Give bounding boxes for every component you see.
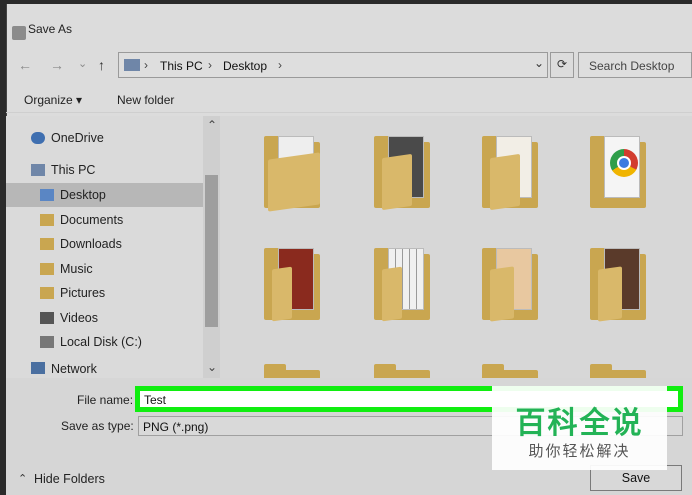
pc-icon [31, 164, 45, 176]
file-name-label: File name: [77, 393, 134, 407]
tree-item-music[interactable]: Music [6, 257, 206, 281]
save-type-label: Save as type: [61, 419, 134, 433]
cloud-icon [31, 132, 45, 144]
folder-item[interactable] [478, 244, 542, 324]
scrollbar-thumb[interactable] [205, 175, 218, 327]
tree-item-local-disk[interactable]: Local Disk (C:) [6, 330, 206, 354]
folder-item[interactable] [586, 244, 650, 324]
tree-label: Downloads [60, 237, 122, 251]
tree-item-pictures[interactable]: Pictures [6, 281, 206, 305]
expand-up-icon[interactable]: ⌃ [18, 472, 27, 485]
refresh-icon[interactable]: ⟳ [550, 52, 574, 78]
folder-item[interactable] [586, 360, 650, 378]
folder-item[interactable] [260, 244, 324, 324]
downloads-icon [40, 238, 54, 250]
pictures-icon [40, 287, 54, 299]
file-list [220, 116, 692, 378]
scroll-up-icon[interactable]: ⌃ [207, 118, 217, 132]
pc-icon [124, 59, 140, 71]
tree-item-downloads[interactable]: Downloads [6, 232, 206, 256]
watermark-logo: 百科全说 助你轻松解决 [492, 386, 667, 470]
navigation-pane: OneDrive This PC Desktop Documents Downl… [6, 116, 220, 378]
folder-item[interactable] [586, 132, 650, 212]
folder-item[interactable] [370, 360, 434, 378]
documents-icon [40, 214, 54, 226]
music-icon [40, 263, 54, 275]
chevron-right-icon: › [144, 58, 148, 72]
watermark-title: 百科全说 [515, 407, 644, 440]
tree-label: This PC [51, 163, 96, 177]
tree-label: Desktop [60, 188, 106, 202]
tree-item-documents[interactable]: Documents [6, 208, 206, 232]
tree-item-videos[interactable]: Videos [6, 306, 206, 330]
tree-item-this-pc[interactable]: This PC [6, 158, 206, 182]
tree-label: Documents [60, 213, 124, 227]
folder-item[interactable] [478, 132, 542, 212]
folder-item[interactable] [370, 244, 434, 324]
caret-down-icon: ▾ [76, 93, 83, 107]
breadcrumb-desktop[interactable]: Desktop [223, 59, 267, 73]
network-icon [31, 362, 45, 374]
breadcrumb-this-pc[interactable]: This PC [160, 59, 203, 73]
chevron-right-icon: › [278, 58, 282, 72]
tree-label: Local Disk (C:) [60, 335, 142, 349]
new-folder-button[interactable]: New folder [117, 93, 174, 107]
organize-button[interactable]: Organize ▾ [24, 93, 82, 107]
tree-label: OneDrive [51, 131, 104, 145]
recent-locations-icon[interactable]: ⌄ [78, 57, 87, 70]
scroll-down-icon[interactable]: ⌄ [207, 360, 217, 374]
search-input[interactable]: Search Desktop [578, 52, 692, 78]
folder-item[interactable] [260, 132, 324, 212]
tree-label: Music [60, 262, 93, 276]
window-title: Save As [28, 22, 73, 36]
hide-folders-button[interactable]: Hide Folders [34, 472, 105, 486]
divider [6, 112, 692, 113]
tree-item-desktop[interactable]: Desktop [6, 183, 206, 207]
watermark-subtitle: 助你轻松解决 [528, 443, 631, 460]
address-dropdown-icon[interactable]: ⌄ [534, 56, 544, 70]
videos-icon [40, 312, 54, 324]
chevron-right-icon: › [208, 58, 212, 72]
folder-item[interactable] [260, 360, 324, 378]
folder-item[interactable] [370, 132, 434, 212]
drive-icon [40, 336, 54, 348]
tree-item-onedrive[interactable]: OneDrive [6, 126, 206, 150]
folder-item[interactable] [478, 360, 542, 378]
organize-label: Organize [24, 93, 73, 107]
tree-label: Pictures [60, 286, 106, 300]
back-icon[interactable]: ← [18, 57, 32, 73]
tree-label: Videos [60, 311, 98, 325]
desktop-icon [40, 189, 54, 201]
tree-item-network[interactable]: Network [6, 362, 206, 378]
app-icon [12, 26, 26, 40]
tree-label: Network [51, 362, 97, 376]
forward-icon[interactable]: → [50, 57, 64, 73]
up-icon[interactable]: ↑ [98, 57, 105, 73]
